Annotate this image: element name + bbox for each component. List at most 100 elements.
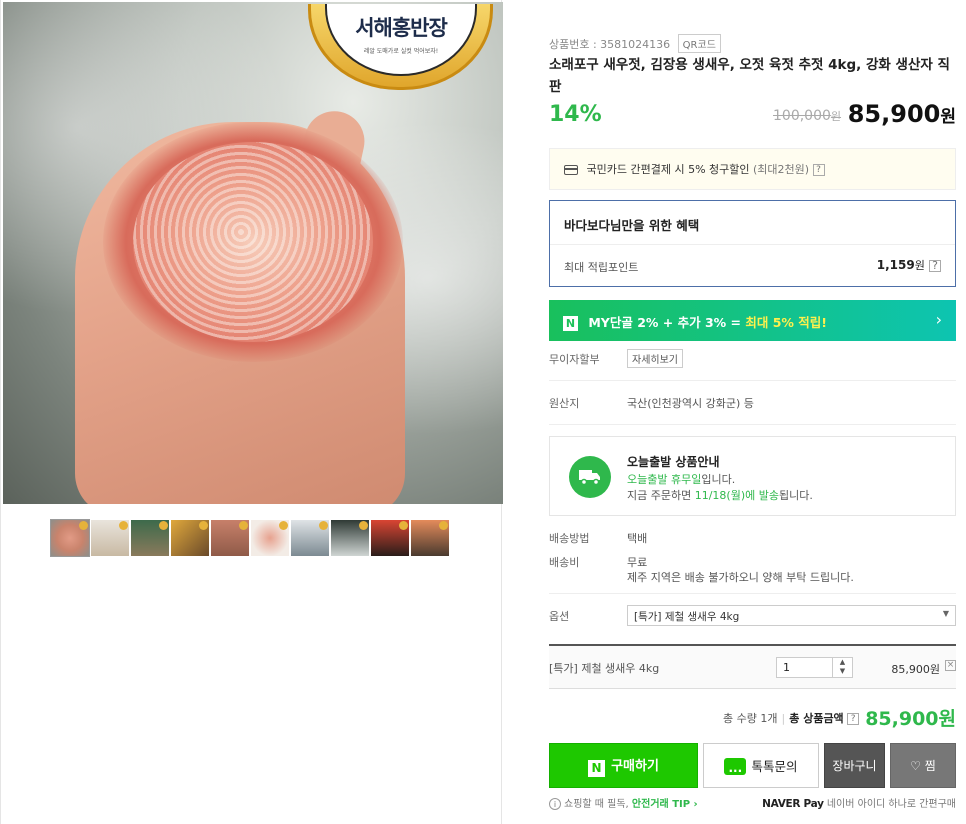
thumbnail-2[interactable] (90, 519, 130, 557)
wishlist-label: 찜 (924, 759, 936, 773)
option-selected-value: [특가] 제철 생새우 4kg (634, 611, 740, 623)
original-price-unit: 원 (830, 110, 842, 123)
shipping-fee-label: 배송비 (549, 556, 580, 569)
selected-option-line: [특가] 제철 생새우 4kg 1 ▲ ▼ 85,900원 × (549, 644, 956, 689)
quantity-step-buttons[interactable]: ▲ ▼ (832, 658, 852, 677)
total-summary: 총 수량 1개 | 총 상품금액 ? 85,900원 (723, 708, 956, 730)
thumbnail-7[interactable] (290, 519, 330, 557)
installment-detail-button[interactable]: 자세히보기 (627, 349, 683, 368)
discount-rate: 14% (549, 102, 602, 127)
max-points-row: 최대 적립포인트 1,159원 ? (550, 245, 955, 289)
shipping-line1: 오늘출발 휴무일입니다. (627, 471, 735, 487)
thumbnail-9[interactable] (370, 519, 410, 557)
truck-icon (569, 456, 611, 498)
product-number-text: 상품번호 : 3581024136 (549, 38, 671, 51)
quantity-stepper[interactable]: 1 ▲ ▼ (776, 657, 853, 678)
chevron-down-icon: ▼ (942, 609, 949, 618)
thumbnail-4[interactable] (170, 519, 210, 557)
sale-price: 85,900원 (848, 100, 956, 128)
divider (549, 593, 956, 594)
thumbnail-1[interactable] (50, 519, 90, 557)
thumbnail-3[interactable] (130, 519, 170, 557)
member-benefit-box: 바다보다님만을 위한 혜택 최대 적립포인트 1,159원 ? (549, 200, 956, 287)
card-promo-help-icon[interactable]: ? (812, 164, 825, 176)
seal-subtitle: 레알 도매가로 실컷 먹어보자! (363, 48, 439, 55)
quantity-up-icon[interactable]: ▲ (833, 658, 852, 667)
selected-option-price: 85,900원 (891, 663, 940, 676)
total-help-icon[interactable]: ? (847, 713, 860, 725)
quantity-value[interactable]: 1 (783, 661, 790, 674)
naver-n-icon: N (563, 316, 578, 331)
product-detail-page: 서해홍반장 레알 도매가로 실컷 먹어보자! 상품번호 : 3581024136… (0, 0, 966, 824)
shipping-dispatch-date: 11/18(월)에 발송 (694, 489, 779, 502)
total-quantity: 총 수량 1개 (723, 712, 778, 725)
quantity-down-icon[interactable]: ▼ (833, 667, 852, 676)
thumbnail-5[interactable] (210, 519, 250, 557)
sale-price-unit: 원 (940, 107, 956, 127)
main-product-image[interactable]: 서해홍반장 레알 도매가로 실컷 먹어보자! (3, 2, 503, 504)
installment-label: 무이자할부 (549, 353, 600, 366)
max-points-unit: 원 (914, 259, 925, 272)
card-promo-text: 국민카드 간편결제 시 5% 청구할인 (586, 163, 750, 176)
max-points-value: 1,159 (876, 258, 915, 272)
shipping-method-label: 배송방법 (549, 532, 590, 545)
npay-footer: NAVER Pay 네이버 아이디 하나로 간편구매 (762, 795, 956, 810)
thumbnail-8[interactable] (330, 519, 370, 557)
npay-banner-highlight: 최대 5% 적립! (745, 315, 827, 330)
thumbnail-strip (50, 519, 450, 557)
shipping-line2-pre: 지금 주문하면 (627, 489, 695, 502)
npay-point-banner[interactable]: N MY단골 2% + 추가 3% = 최대 5% 적립! › (549, 300, 956, 341)
total-amount: 85,900원 (865, 708, 956, 730)
divider (549, 380, 956, 381)
original-price: 100,000원 (773, 108, 841, 124)
npay-banner-text: MY단골 2% + 추가 3% = (588, 315, 746, 330)
shipping-line2: 지금 주문하면 11/18(월)에 발송됩니다. (627, 487, 813, 503)
remove-option-icon[interactable]: × (945, 660, 956, 671)
credit-card-icon (564, 165, 578, 175)
cart-button[interactable]: 장바구니 (824, 743, 885, 788)
card-promo-box: 국민카드 간편결제 시 5% 청구할인 (최대2천원) ? (549, 148, 956, 190)
heart-icon: ♡ (910, 759, 921, 773)
selected-option-name: [특가] 제철 생새우 4kg (549, 662, 660, 675)
option-select[interactable]: [특가] 제철 생새우 4kg ▼ (627, 605, 956, 626)
max-points-label: 최대 적립포인트 (564, 261, 639, 274)
origin-label: 원산지 (549, 397, 580, 410)
shipping-holiday: 오늘출발 휴무일 (627, 473, 702, 486)
tip-text: 쇼핑할 때 필독, (564, 799, 632, 810)
shipping-line1-rest: 입니다. (701, 473, 736, 486)
shipping-fee-value: 무료 (627, 556, 648, 569)
divider (549, 424, 956, 425)
shipping-title: 오늘출발 상품안내 (627, 455, 720, 469)
seal-title: 서해홍반장 (355, 16, 448, 40)
chevron-right-icon: › (935, 310, 942, 329)
original-price-value: 100,000 (773, 108, 831, 124)
buy-button[interactable]: N 구매하기 (549, 743, 698, 788)
card-promo-sub: (최대2천원) (753, 163, 810, 176)
info-icon: i (549, 798, 561, 810)
buy-button-label: 구매하기 (611, 759, 659, 774)
origin-value: 국산(인천광역시 강화군) 등 (627, 397, 754, 410)
shipping-method-value: 택배 (627, 532, 648, 545)
safe-trade-tip-link[interactable]: 안전거래 TIP › (632, 799, 698, 810)
benefit-title: 바다보다님만을 위한 혜택 (550, 201, 955, 245)
thumbnail-6[interactable] (250, 519, 290, 557)
today-shipping-box: 오늘출발 상품안내 오늘출발 휴무일입니다. 지금 주문하면 11/18(월)에… (549, 436, 956, 516)
talktalk-inquiry-button[interactable]: 톡톡문의 (703, 743, 819, 791)
npay-footer-text: 네이버 아이디 하나로 간편구매 (826, 799, 956, 810)
naver-n-icon: N (588, 760, 606, 777)
product-number: 상품번호 : 3581024136 QR코드 (549, 34, 721, 53)
chat-bubble-icon (724, 746, 747, 791)
max-points-help-icon[interactable]: ? (929, 259, 941, 272)
shipping-line2-post: 됩니다. (778, 489, 813, 502)
product-title: 소래포구 새우젓, 김장용 생새우, 오젓 육젓 추젓 4kg, 강화 생산자 … (549, 57, 950, 95)
option-label: 옵션 (549, 610, 570, 623)
thumbnail-10[interactable] (410, 519, 450, 557)
qr-code-button[interactable]: QR코드 (677, 34, 721, 53)
max-points-value-wrap: 1,159원 ? (877, 257, 941, 273)
naver-pay-logo: NAVER Pay (762, 798, 824, 810)
safe-trade-tip: i 쇼핑할 때 필독, 안전거래 TIP › (549, 795, 698, 810)
talktalk-label: 톡톡문의 (751, 759, 798, 774)
sale-price-value: 85,900 (847, 100, 941, 128)
wishlist-button[interactable]: ♡ 찜 (890, 743, 956, 788)
image-panel: 서해홍반장 레알 도매가로 실컷 먹어보자! (0, 0, 503, 824)
